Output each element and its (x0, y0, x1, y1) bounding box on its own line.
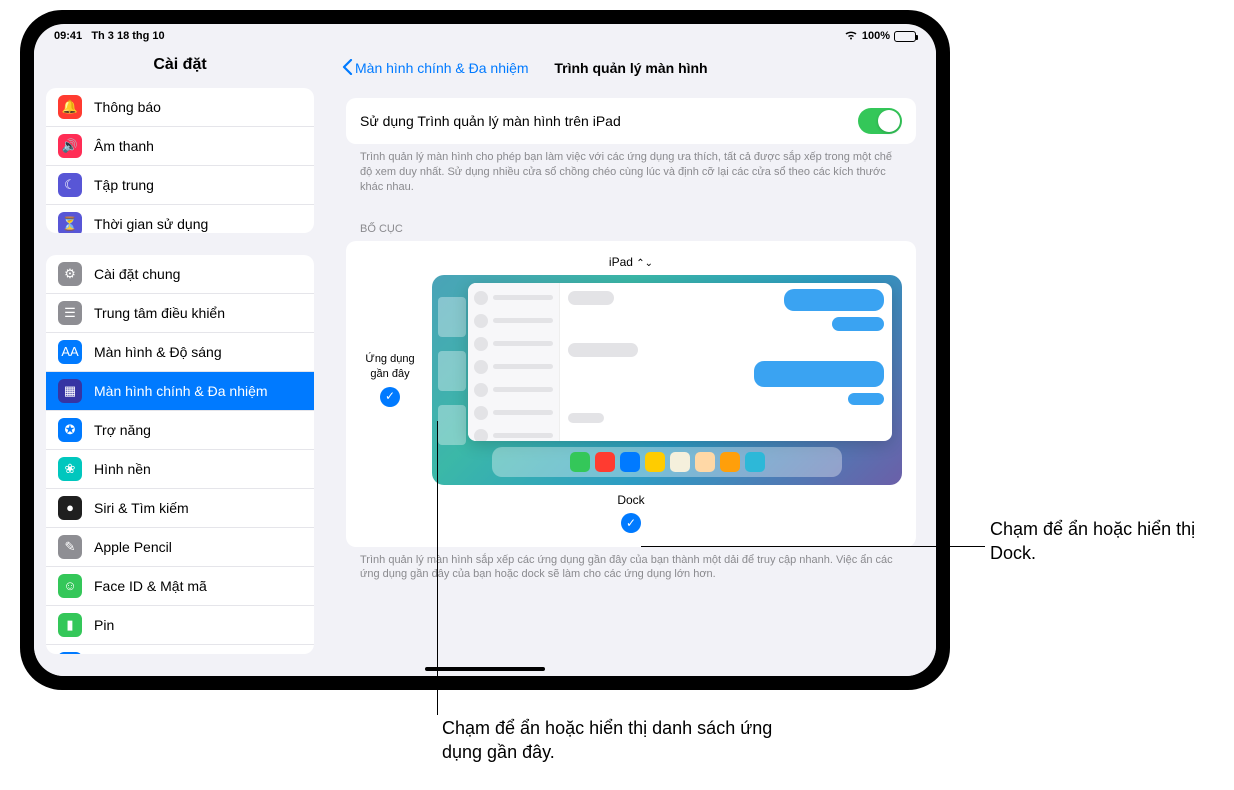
sidebar-item-icon: 🔔 (58, 95, 82, 119)
status-date: Th 3 18 thg 10 (91, 30, 164, 42)
sidebar-item-label: Âm thanh (94, 138, 154, 154)
sidebar-item-label: Màn hình chính & Đa nhiệm (94, 383, 268, 399)
sidebar-item-icon: ▦ (58, 379, 82, 403)
ipad-frame: 09:41 Th 3 18 thg 10 ••• 100% Cài đặt 🔔 T… (20, 10, 950, 690)
sidebar-item-label: Pin (94, 617, 114, 633)
nav-header: Màn hình chính & Đa nhiệm Trình quản lý … (326, 48, 936, 88)
sidebar-item-icon: ● (58, 496, 82, 520)
callout-recent-text: Chạm để ẩn hoặc hiển thị danh sách ứng d… (442, 716, 812, 765)
back-button[interactable]: Màn hình chính & Đa nhiệm (342, 59, 529, 78)
stage-manager-toggle[interactable] (858, 108, 902, 134)
screen: 09:41 Th 3 18 thg 10 ••• 100% Cài đặt 🔔 T… (34, 24, 936, 676)
sidebar-item-icon: ✋ (58, 652, 82, 654)
sidebar-item[interactable]: ⚙ Cài đặt chung (46, 255, 314, 294)
sidebar-item-icon: ✪ (58, 418, 82, 442)
dropdown-arrows-icon: ⌃⌄ (636, 258, 653, 269)
dock-app-icon (570, 452, 590, 472)
dock-app-icon (695, 452, 715, 472)
dock-checkbox[interactable]: ✓ (621, 513, 641, 533)
sidebar-item[interactable]: ✪ Trợ năng (46, 411, 314, 450)
sidebar-item-icon: ❀ (58, 457, 82, 481)
layout-description: Trình quản lý màn hình sắp xếp các ứng d… (346, 547, 916, 583)
sidebar-item-icon: 🔊 (58, 134, 82, 158)
sidebar-item[interactable]: ✎ Apple Pencil (46, 528, 314, 567)
sidebar-item-icon: ☺ (58, 574, 82, 598)
battery-icon (894, 31, 916, 42)
sidebar-item-label: Face ID & Mật mã (94, 578, 207, 594)
preview-strip (438, 405, 466, 445)
layout-card: iPad ⌃⌄ Ứng dụng gần đây ✓ (346, 241, 916, 547)
sidebar-item-icon: ☰ (58, 301, 82, 325)
callout-line (437, 421, 438, 715)
dock-app-icon (720, 452, 740, 472)
sidebar-item-icon: AA (58, 340, 82, 364)
dock-app-icon (670, 452, 690, 472)
home-indicator[interactable] (425, 667, 545, 671)
device-selector[interactable]: iPad ⌃⌄ (360, 255, 902, 269)
sidebar-item[interactable]: ☺ Face ID & Mật mã (46, 567, 314, 606)
sidebar-item-label: Cài đặt chung (94, 266, 180, 282)
status-bar: 09:41 Th 3 18 thg 10 ••• 100% (34, 24, 936, 48)
sidebar-item[interactable]: ☰ Trung tâm điều khiển (46, 294, 314, 333)
toggle-label: Sử dụng Trình quản lý màn hình trên iPad (360, 113, 621, 129)
sidebar-item-label: Tập trung (94, 177, 154, 193)
sidebar-item[interactable]: AA Màn hình & Độ sáng (46, 333, 314, 372)
preview-strip (438, 351, 466, 391)
sidebar-item[interactable]: ● Siri & Tìm kiếm (46, 489, 314, 528)
sidebar-item[interactable]: ⏳ Thời gian sử dụng (46, 205, 314, 233)
back-label: Màn hình chính & Đa nhiệm (355, 60, 529, 76)
dock-app-icon (645, 452, 665, 472)
sidebar-item-label: Thời gian sử dụng (94, 216, 208, 232)
recent-apps-label: Ứng dụng gần đây (360, 352, 420, 381)
dock-app-icon (620, 452, 640, 472)
sidebar-item-label: Apple Pencil (94, 539, 172, 555)
sidebar-item[interactable]: 🔊 Âm thanh (46, 127, 314, 166)
sidebar-item[interactable]: ▮ Pin (46, 606, 314, 645)
callout-dock-text: Chạm để ẩn hoặc hiển thị Dock. (990, 517, 1220, 566)
detail-pane: Màn hình chính & Đa nhiệm Trình quản lý … (326, 48, 936, 676)
toggle-description: Trình quản lý màn hình cho phép bạn làm … (346, 144, 916, 195)
sidebar-item-icon: ✎ (58, 535, 82, 559)
settings-sidebar: Cài đặt 🔔 Thông báo 🔊 Âm thanh ☾ Tập trung ⏳ Th… (34, 48, 326, 676)
page-title: Trình quản lý màn hình (554, 60, 707, 76)
preview-strip (438, 297, 466, 337)
sidebar-title: Cài đặt (46, 48, 314, 88)
callout-line (641, 546, 985, 547)
battery-percent: 100% (862, 30, 890, 42)
layout-section-header: BỐ CỤC (346, 205, 916, 241)
sidebar-item[interactable]: ❀ Hình nền (46, 450, 314, 489)
sidebar-item-icon: ⚙ (58, 262, 82, 286)
sidebar-item[interactable]: ▦ Màn hình chính & Đa nhiệm (46, 372, 314, 411)
sidebar-item-label: Trung tâm điều khiển (94, 305, 225, 321)
preview-dock (492, 447, 842, 477)
preview-window (468, 283, 892, 441)
sidebar-item-label: Siri & Tìm kiếm (94, 500, 189, 516)
sidebar-item-label: Thông báo (94, 99, 161, 115)
dock-app-icon (595, 452, 615, 472)
stage-manager-toggle-card: Sử dụng Trình quản lý màn hình trên iPad (346, 98, 916, 144)
sidebar-item-icon: ☾ (58, 173, 82, 197)
chevron-left-icon (342, 59, 353, 78)
dock-app-icon (745, 452, 765, 472)
dock-label: Dock (360, 493, 902, 507)
sidebar-item-icon: ⏳ (58, 212, 82, 233)
wifi-icon (844, 30, 858, 43)
status-time: 09:41 (54, 30, 82, 42)
sidebar-item[interactable]: ☾ Tập trung (46, 166, 314, 205)
sidebar-item[interactable]: 🔔 Thông báo (46, 88, 314, 127)
sidebar-item[interactable]: ✋Quyền riêng tư & Bảo mật (46, 645, 314, 654)
recent-apps-checkbox[interactable]: ✓ (380, 387, 400, 407)
sidebar-item-label: Trợ năng (94, 422, 151, 438)
layout-preview (432, 275, 902, 485)
sidebar-item-label: Hình nền (94, 461, 151, 477)
sidebar-item-icon: ▮ (58, 613, 82, 637)
sidebar-item-label: Màn hình & Độ sáng (94, 344, 222, 360)
